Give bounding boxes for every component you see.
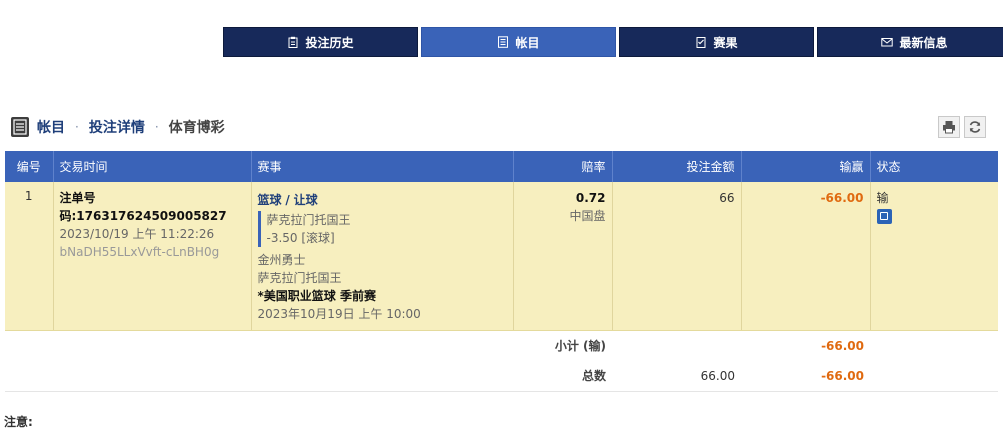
transaction-time: 2023/10/19 上午 11:22:26 [59,227,215,241]
cell-odds: 0.72 中国盘 [513,182,613,331]
nav-statement[interactable]: 帐目 [421,27,616,57]
top-nav: 投注历史 帐目 赛果 最新信息 [223,27,1003,57]
toolbar [938,116,986,138]
col-header-stake: 投注金额 [612,151,742,182]
selection-block: 萨克拉门托国王 -3.50 [滚球] [257,211,507,247]
separator-slash: / [285,193,290,207]
nav-label: 最新信息 [899,35,948,50]
subtotal-status [870,330,998,361]
bet-type: 让球 [293,193,318,207]
print-button[interactable] [938,116,960,138]
table-row: 1 注单号 码:176317624509005827 2023/10/19 上午… [5,182,998,331]
total-row: 总数 66.00 -66.00 [5,360,998,392]
nav-bet-history[interactable]: 投注历史 [223,27,418,57]
ticket-label: 注单号 [59,191,96,205]
refresh-button[interactable] [964,116,986,138]
breadcrumb-separator: · [75,120,79,134]
col-header-status: 状态 [870,151,998,182]
breadcrumb: 帐目 · 投注详情 · 体育博彩 [11,117,225,137]
win-loss-value: -66.00 [820,191,864,205]
nav-label: 投注历史 [305,35,354,50]
cell-transaction: 注单号 码:176317624509005827 2023/10/19 上午 1… [53,182,252,331]
nav-label: 帐目 [515,35,540,50]
cell-event: 篮球 / 让球 萨克拉门托国王 -3.50 [滚球] 金州勇士 萨克拉门托国王 … [251,182,514,331]
ticket-detail-icon[interactable] [876,209,892,224]
total-status [870,360,998,392]
total-label: 总数 [5,360,612,392]
ledger-icon [498,36,509,48]
breadcrumb-sports: 体育博彩 [168,120,225,136]
cell-win-loss: -66.00 [741,182,871,331]
nav-label: 赛果 [713,35,738,50]
clipboard-icon [288,36,298,48]
subtotal-label: 小计 (输) [554,339,606,353]
match-time: 2023年10月19日 上午 10:00 [257,307,421,321]
cell-no: 1 [5,182,54,331]
league-name: *美国职业篮球 季前赛 [257,289,376,303]
transaction-code: bNaDH55LLxVvft-cLnBH0g [59,245,220,259]
home-team: 金州勇士 [257,253,306,267]
breadcrumb-statement[interactable]: 帐目 [37,117,65,137]
ledger-icon [11,117,29,137]
subtotal-win-loss: -66.00 [821,338,864,353]
nav-results[interactable]: 赛果 [619,27,814,57]
breadcrumb-bet-details[interactable]: 投注详情 [89,117,145,137]
table-header-row: 编号 交易时间 赛事 赔率 投注金额 输赢 状态 [5,151,998,182]
breadcrumb-separator: · [154,120,159,134]
col-header-odds: 赔率 [513,151,613,182]
col-header-no: 编号 [5,151,54,182]
notice-label: 注意: [4,415,33,429]
sport-name: 篮球 [257,193,282,207]
subtotal-stake [612,330,741,361]
cell-stake: 66 [612,182,742,331]
away-team: 萨克拉门托国王 [257,271,342,285]
total-win-loss: -66.00 [741,360,870,392]
printer-icon [943,121,955,134]
selection-team: 萨克拉门托国王 [266,213,351,227]
bet-details-table: 编号 交易时间 赛事 赔率 投注金额 输赢 状态 1 注单号 码:1763176… [5,151,998,392]
total-stake: 66.00 [612,360,741,392]
col-header-time: 交易时间 [53,151,252,182]
odds-type: 中国盘 [569,209,606,223]
col-header-event: 赛事 [251,151,514,182]
results-icon [696,37,706,48]
subtotal-row: 小计 (输) -66.00 [5,330,998,361]
col-header-win-loss: 输赢 [741,151,871,182]
odds-value: 0.72 [575,191,606,205]
stake-value: 66 [719,191,735,205]
cell-status: 输 [870,182,998,331]
refresh-icon [969,121,981,133]
nav-latest-info[interactable]: 最新信息 [817,27,1003,57]
handicap: -3.50 [滚球] [266,231,335,245]
mail-icon [881,38,894,47]
ticket-number: 码:176317624509005827 [59,209,227,223]
status-text: 输 [876,191,889,205]
